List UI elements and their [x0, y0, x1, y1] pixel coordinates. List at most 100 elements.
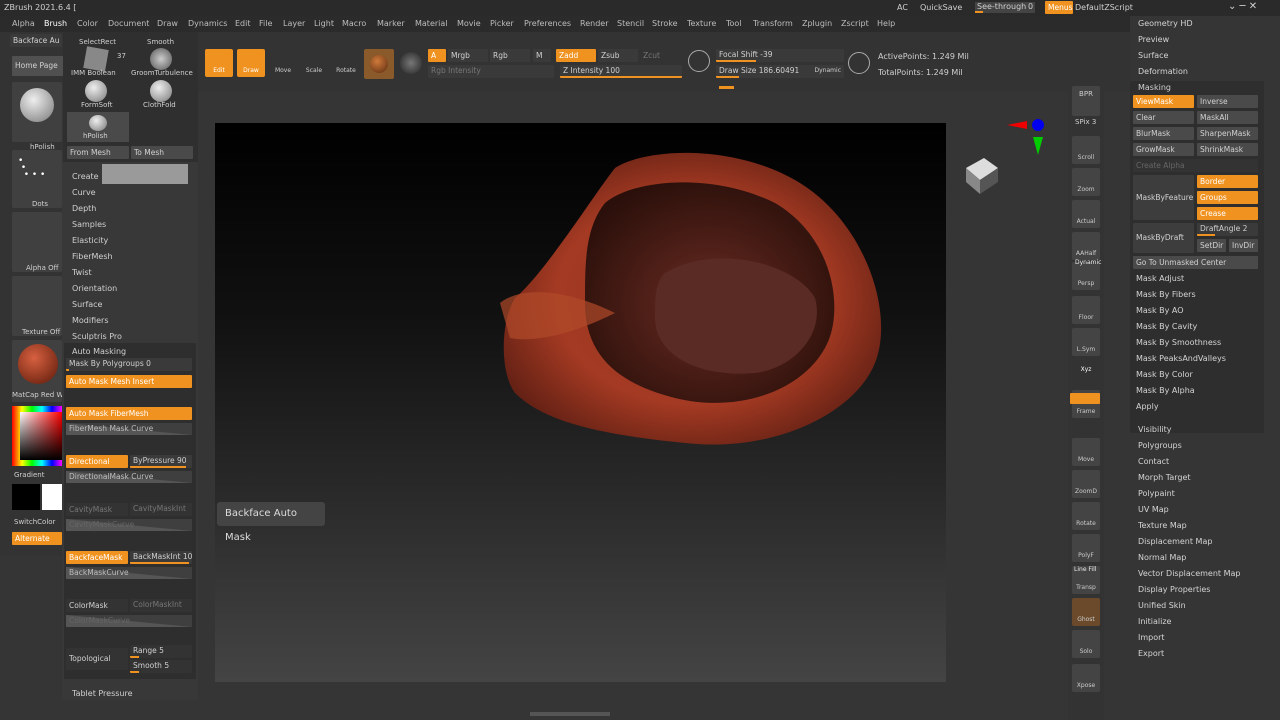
- menu-texture[interactable]: Texture: [687, 19, 716, 28]
- rgb-button[interactable]: Rgb: [490, 49, 530, 62]
- tool-visibility[interactable]: Visibility: [1138, 425, 1172, 434]
- cavitymaskint-slider[interactable]: CavityMaskInt: [130, 503, 192, 516]
- brush-menu-twist[interactable]: Twist: [72, 268, 92, 277]
- bpr-button[interactable]: BPR: [1072, 86, 1100, 116]
- setdir-button[interactable]: SetDir: [1197, 239, 1226, 252]
- alpha-thumbnail[interactable]: Alpha Off: [12, 212, 62, 272]
- colormaskint-slider[interactable]: ColorMaskInt: [130, 599, 192, 612]
- fibermesh-mask-curve[interactable]: FiberMesh Mask Curve: [66, 423, 192, 435]
- tool-rotate-button[interactable]: Rotate: [1072, 502, 1100, 530]
- alternate-button[interactable]: Alternate: [12, 532, 62, 545]
- tool-persp-button[interactable]: Persp: [1072, 262, 1100, 290]
- menu-alpha[interactable]: Alpha: [12, 19, 35, 28]
- default-zscript-button[interactable]: DefaultZScript: [1075, 3, 1133, 12]
- colormask-button[interactable]: ColorMask: [66, 599, 128, 612]
- tool-initialize[interactable]: Initialize: [1138, 617, 1171, 626]
- a-button[interactable]: A: [428, 49, 446, 62]
- crease-button[interactable]: Crease: [1197, 207, 1258, 220]
- mask-list-mask-by-ao[interactable]: Mask By AO: [1136, 306, 1184, 315]
- tool-texture-map[interactable]: Texture Map: [1138, 521, 1187, 530]
- tool-export[interactable]: Export: [1138, 649, 1164, 658]
- menu-tool[interactable]: Tool: [726, 19, 742, 28]
- brush-formsoft[interactable]: FormSoft: [81, 101, 112, 109]
- zsub-button[interactable]: Zsub: [598, 49, 638, 62]
- mask-list-apply[interactable]: Apply: [1136, 402, 1159, 411]
- menu-stencil[interactable]: Stencil: [617, 19, 644, 28]
- stroke-icon[interactable]: [400, 52, 422, 74]
- menus-button[interactable]: Menus: [1045, 1, 1073, 14]
- menu-file[interactable]: File: [259, 19, 272, 28]
- tool-contact[interactable]: Contact: [1138, 457, 1169, 466]
- blurmask-button[interactable]: BlurMask: [1133, 127, 1194, 140]
- brush-menu-orientation[interactable]: Orientation: [72, 284, 117, 293]
- tool-zoomd-button[interactable]: ZoomD: [1072, 470, 1100, 498]
- tool-preview[interactable]: Preview: [1138, 35, 1169, 44]
- edit-button[interactable]: Edit: [205, 49, 233, 77]
- menu-render[interactable]: Render: [580, 19, 608, 28]
- mask-by-polygroups-slider[interactable]: Mask By Polygroups 0: [66, 358, 192, 371]
- tool-zoom-button[interactable]: Zoom: [1072, 168, 1100, 196]
- tool-polyf-button[interactable]: PolyF: [1072, 534, 1100, 562]
- mask-list-mask-by-smoothness[interactable]: Mask By Smoothness: [1136, 338, 1221, 347]
- menu-stroke[interactable]: Stroke: [652, 19, 678, 28]
- menu-zplugin[interactable]: Zplugin: [802, 19, 832, 28]
- maskbyfeature-button[interactable]: MaskByFeature: [1133, 175, 1194, 220]
- viewport-canvas[interactable]: Backface Auto Mask: [215, 123, 946, 682]
- zcut-button[interactable]: Zcut: [640, 49, 680, 62]
- from-mesh-button[interactable]: From Mesh: [67, 146, 129, 159]
- goto-unmasked-center-button[interactable]: Go To Unmasked Center: [1133, 256, 1258, 269]
- tool-xpose-button[interactable]: Xpose: [1072, 664, 1100, 692]
- z-intensity-slider[interactable]: Z Intensity 100: [560, 65, 682, 78]
- axis-gizmo-icon[interactable]: [1005, 115, 1045, 160]
- d-icon[interactable]: [848, 52, 870, 74]
- axis-cube-icon[interactable]: [966, 150, 1006, 200]
- brush-menu-modifiers[interactable]: Modifiers: [72, 316, 109, 325]
- draw-size-slider[interactable]: Draw Size 186.60491 Dynamic: [716, 65, 844, 78]
- brush-imm-boolean[interactable]: IMM Boolean: [71, 69, 116, 77]
- mask-list-mask-by-fibers[interactable]: Mask By Fibers: [1136, 290, 1196, 299]
- move-button[interactable]: Move: [270, 49, 296, 77]
- tool-display-properties[interactable]: Display Properties: [1138, 585, 1210, 594]
- main-color-swatch[interactable]: [12, 484, 40, 510]
- menu-color[interactable]: Color: [77, 19, 98, 28]
- mask-list-mask-by-color[interactable]: Mask By Color: [1136, 370, 1193, 379]
- menu-brush[interactable]: Brush: [44, 19, 67, 28]
- mask-list-mask-adjust[interactable]: Mask Adjust: [1136, 274, 1184, 283]
- tool-polygroups[interactable]: Polygroups: [1138, 441, 1182, 450]
- tool-move-button[interactable]: Move: [1072, 438, 1100, 466]
- menu-picker[interactable]: Picker: [490, 19, 514, 28]
- menu-marker[interactable]: Marker: [377, 19, 405, 28]
- menu-preferences[interactable]: Preferences: [524, 19, 571, 28]
- to-mesh-button[interactable]: To Mesh: [131, 146, 193, 159]
- color-picker[interactable]: [12, 406, 62, 466]
- tool-morph-target[interactable]: Morph Target: [1138, 473, 1191, 482]
- secondary-color-swatch[interactable]: [42, 484, 62, 510]
- tool-geometry-hd[interactable]: Geometry HD: [1138, 19, 1193, 28]
- brush-groom-turbulence[interactable]: GroomTurbulence: [131, 69, 193, 77]
- tool-displacement-map[interactable]: Displacement Map: [1138, 537, 1212, 546]
- window-controls[interactable]: ⌄ ─ ✕: [1228, 1, 1257, 12]
- brush-thumbnail[interactable]: hPolish: [12, 82, 62, 151]
- colormask-curve[interactable]: ColorMaskCurve: [66, 615, 192, 627]
- auto-mask-fibermesh-button[interactable]: Auto Mask FiberMesh: [66, 407, 192, 420]
- clear-button[interactable]: Clear: [1133, 111, 1194, 124]
- menu-zscript[interactable]: Zscript: [841, 19, 869, 28]
- tool-normal-map[interactable]: Normal Map: [1138, 553, 1186, 562]
- viewmask-button[interactable]: ViewMask: [1133, 95, 1194, 108]
- draftangle-slider[interactable]: DraftAngle 2: [1197, 223, 1258, 236]
- brush-menu-curve[interactable]: Curve: [72, 188, 96, 197]
- brush-menu-depth[interactable]: Depth: [72, 204, 96, 213]
- menu-macro[interactable]: Macro: [342, 19, 366, 28]
- brush-menu-sculptris-pro[interactable]: Sculptris Pro: [72, 332, 122, 341]
- maskall-button[interactable]: MaskAll: [1197, 111, 1258, 124]
- tool-actual-button[interactable]: Actual: [1072, 200, 1100, 228]
- menu-material[interactable]: Material: [415, 19, 448, 28]
- brush-menu-fibermesh[interactable]: FiberMesh: [72, 252, 113, 261]
- tool-import[interactable]: Import: [1138, 633, 1165, 642]
- sharpenmask-button[interactable]: SharpenMask: [1197, 127, 1258, 140]
- m-button[interactable]: M: [533, 49, 551, 62]
- auto-mask-mesh-insert-button[interactable]: Auto Mask Mesh Insert: [66, 375, 192, 388]
- bypressure-slider[interactable]: ByPressure 90: [130, 455, 192, 468]
- tool-deformation[interactable]: Deformation: [1138, 67, 1188, 76]
- rotate-button[interactable]: Rotate: [333, 49, 359, 77]
